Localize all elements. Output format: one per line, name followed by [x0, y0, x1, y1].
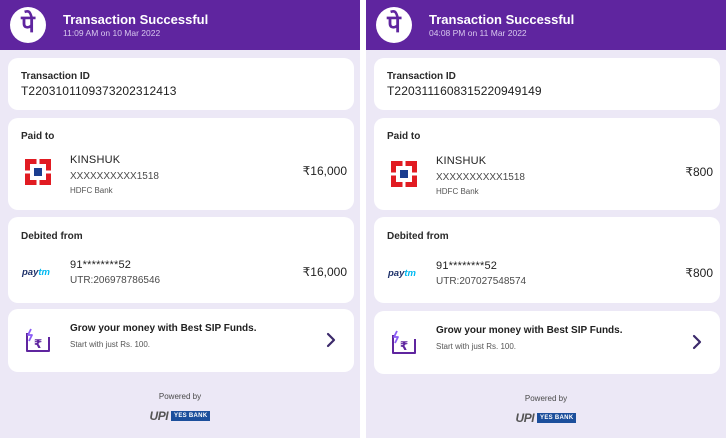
status-timestamp: 11:09 AM on 10 Mar 2022 [63, 28, 161, 38]
payee-name: KINSHUK [70, 154, 121, 166]
sip-title: Grow your money with Best SIP Funds. [70, 323, 257, 334]
debited-from-card[interactable]: Debited from pay tm 91********52 UTR:2070… [374, 217, 720, 303]
debited-from-label: Debited from [21, 231, 83, 242]
svg-text:₹: ₹ [400, 339, 408, 353]
paid-to-card[interactable]: Paid to KINSHUK XXXXXXXXXX1518 HDFC Bank… [374, 118, 720, 210]
upi-logo: UPI [149, 409, 169, 423]
payee-bank: HDFC Bank [436, 187, 479, 196]
transaction-id-value: T2203101109373202312413 [21, 84, 177, 98]
utr-number: UTR:206978786546 [70, 275, 161, 286]
paytm-logo: pay tm [22, 266, 50, 278]
footer: Powered by UPI YES BANK [366, 394, 726, 425]
footer: Powered by UPI YES BANK [0, 392, 360, 423]
transaction-id-value: T2203111608315220949149 [387, 84, 542, 98]
sip-promo-card[interactable]: ₹ Grow your money with Best SIP Funds. S… [8, 309, 354, 372]
phonepe-logo: पे [376, 7, 412, 43]
hdfc-logo [24, 158, 52, 186]
debited-from-label: Debited from [387, 231, 449, 242]
debited-from-card[interactable]: Debited from pay tm 91********52 UTR:2069… [8, 217, 354, 303]
transaction-id-label: Transaction ID [387, 71, 456, 82]
status-timestamp: 04:08 PM on 11 Mar 2022 [429, 28, 527, 38]
payee-account: XXXXXXXXXX1518 [436, 172, 525, 183]
powered-by-label: Powered by [158, 392, 202, 401]
rupee-sip-icon: ₹ [26, 328, 50, 352]
paytm-logo: pay tm [388, 267, 416, 279]
receipt-panel-right: पे Transaction Successful 04:08 PM on 11… [366, 0, 726, 438]
payee-name: KINSHUK [436, 155, 487, 167]
rupee-sip-icon: ₹ [392, 330, 416, 354]
payer-account: 91********52 [70, 259, 132, 271]
transaction-id-label: Transaction ID [21, 71, 90, 82]
sip-subtitle: Start with just Rs. 100. [70, 340, 151, 349]
sip-promo-card[interactable]: ₹ Grow your money with Best SIP Funds. S… [374, 311, 720, 374]
yes-bank-logo: YES BANK [537, 413, 577, 423]
status-title: Transaction Successful [63, 12, 209, 27]
paid-to-label: Paid to [21, 131, 55, 142]
chevron-right-icon[interactable] [324, 331, 338, 349]
sip-subtitle: Start with just Rs. 100. [436, 342, 517, 351]
powered-by-label: Powered by [524, 394, 568, 403]
payee-account: XXXXXXXXXX1518 [70, 171, 159, 182]
utr-number: UTR:207027548574 [436, 276, 527, 287]
header-bar: पे Transaction Successful 04:08 PM on 11… [366, 0, 726, 50]
transaction-id-card[interactable]: Transaction ID T2203101109373202312413 [8, 58, 354, 110]
receipt-panel-left: पे Transaction Successful 11:09 AM on 10… [0, 0, 360, 438]
sip-title: Grow your money with Best SIP Funds. [436, 325, 623, 336]
payer-account: 91********52 [436, 260, 498, 272]
status-title: Transaction Successful [429, 12, 575, 27]
upi-logo: UPI [515, 411, 535, 425]
hdfc-logo [390, 160, 418, 188]
svg-text:₹: ₹ [34, 337, 42, 351]
transaction-id-card[interactable]: Transaction ID T2203111608315220949149 [374, 58, 720, 110]
debited-amount: ₹16,000 [302, 265, 347, 279]
phonepe-logo: पे [10, 7, 46, 43]
chevron-right-icon[interactable] [690, 333, 704, 351]
paid-amount: ₹16,000 [302, 164, 347, 178]
header-bar: पे Transaction Successful 11:09 AM on 10… [0, 0, 360, 50]
yes-bank-logo: YES BANK [171, 411, 211, 421]
paid-to-card[interactable]: Paid to KINSHUK XXXXXXXXXX1518 HDFC Bank… [8, 118, 354, 210]
debited-amount: ₹800 [685, 266, 713, 280]
payee-bank: HDFC Bank [70, 186, 113, 195]
paid-amount: ₹800 [685, 165, 713, 179]
paid-to-label: Paid to [387, 131, 421, 142]
